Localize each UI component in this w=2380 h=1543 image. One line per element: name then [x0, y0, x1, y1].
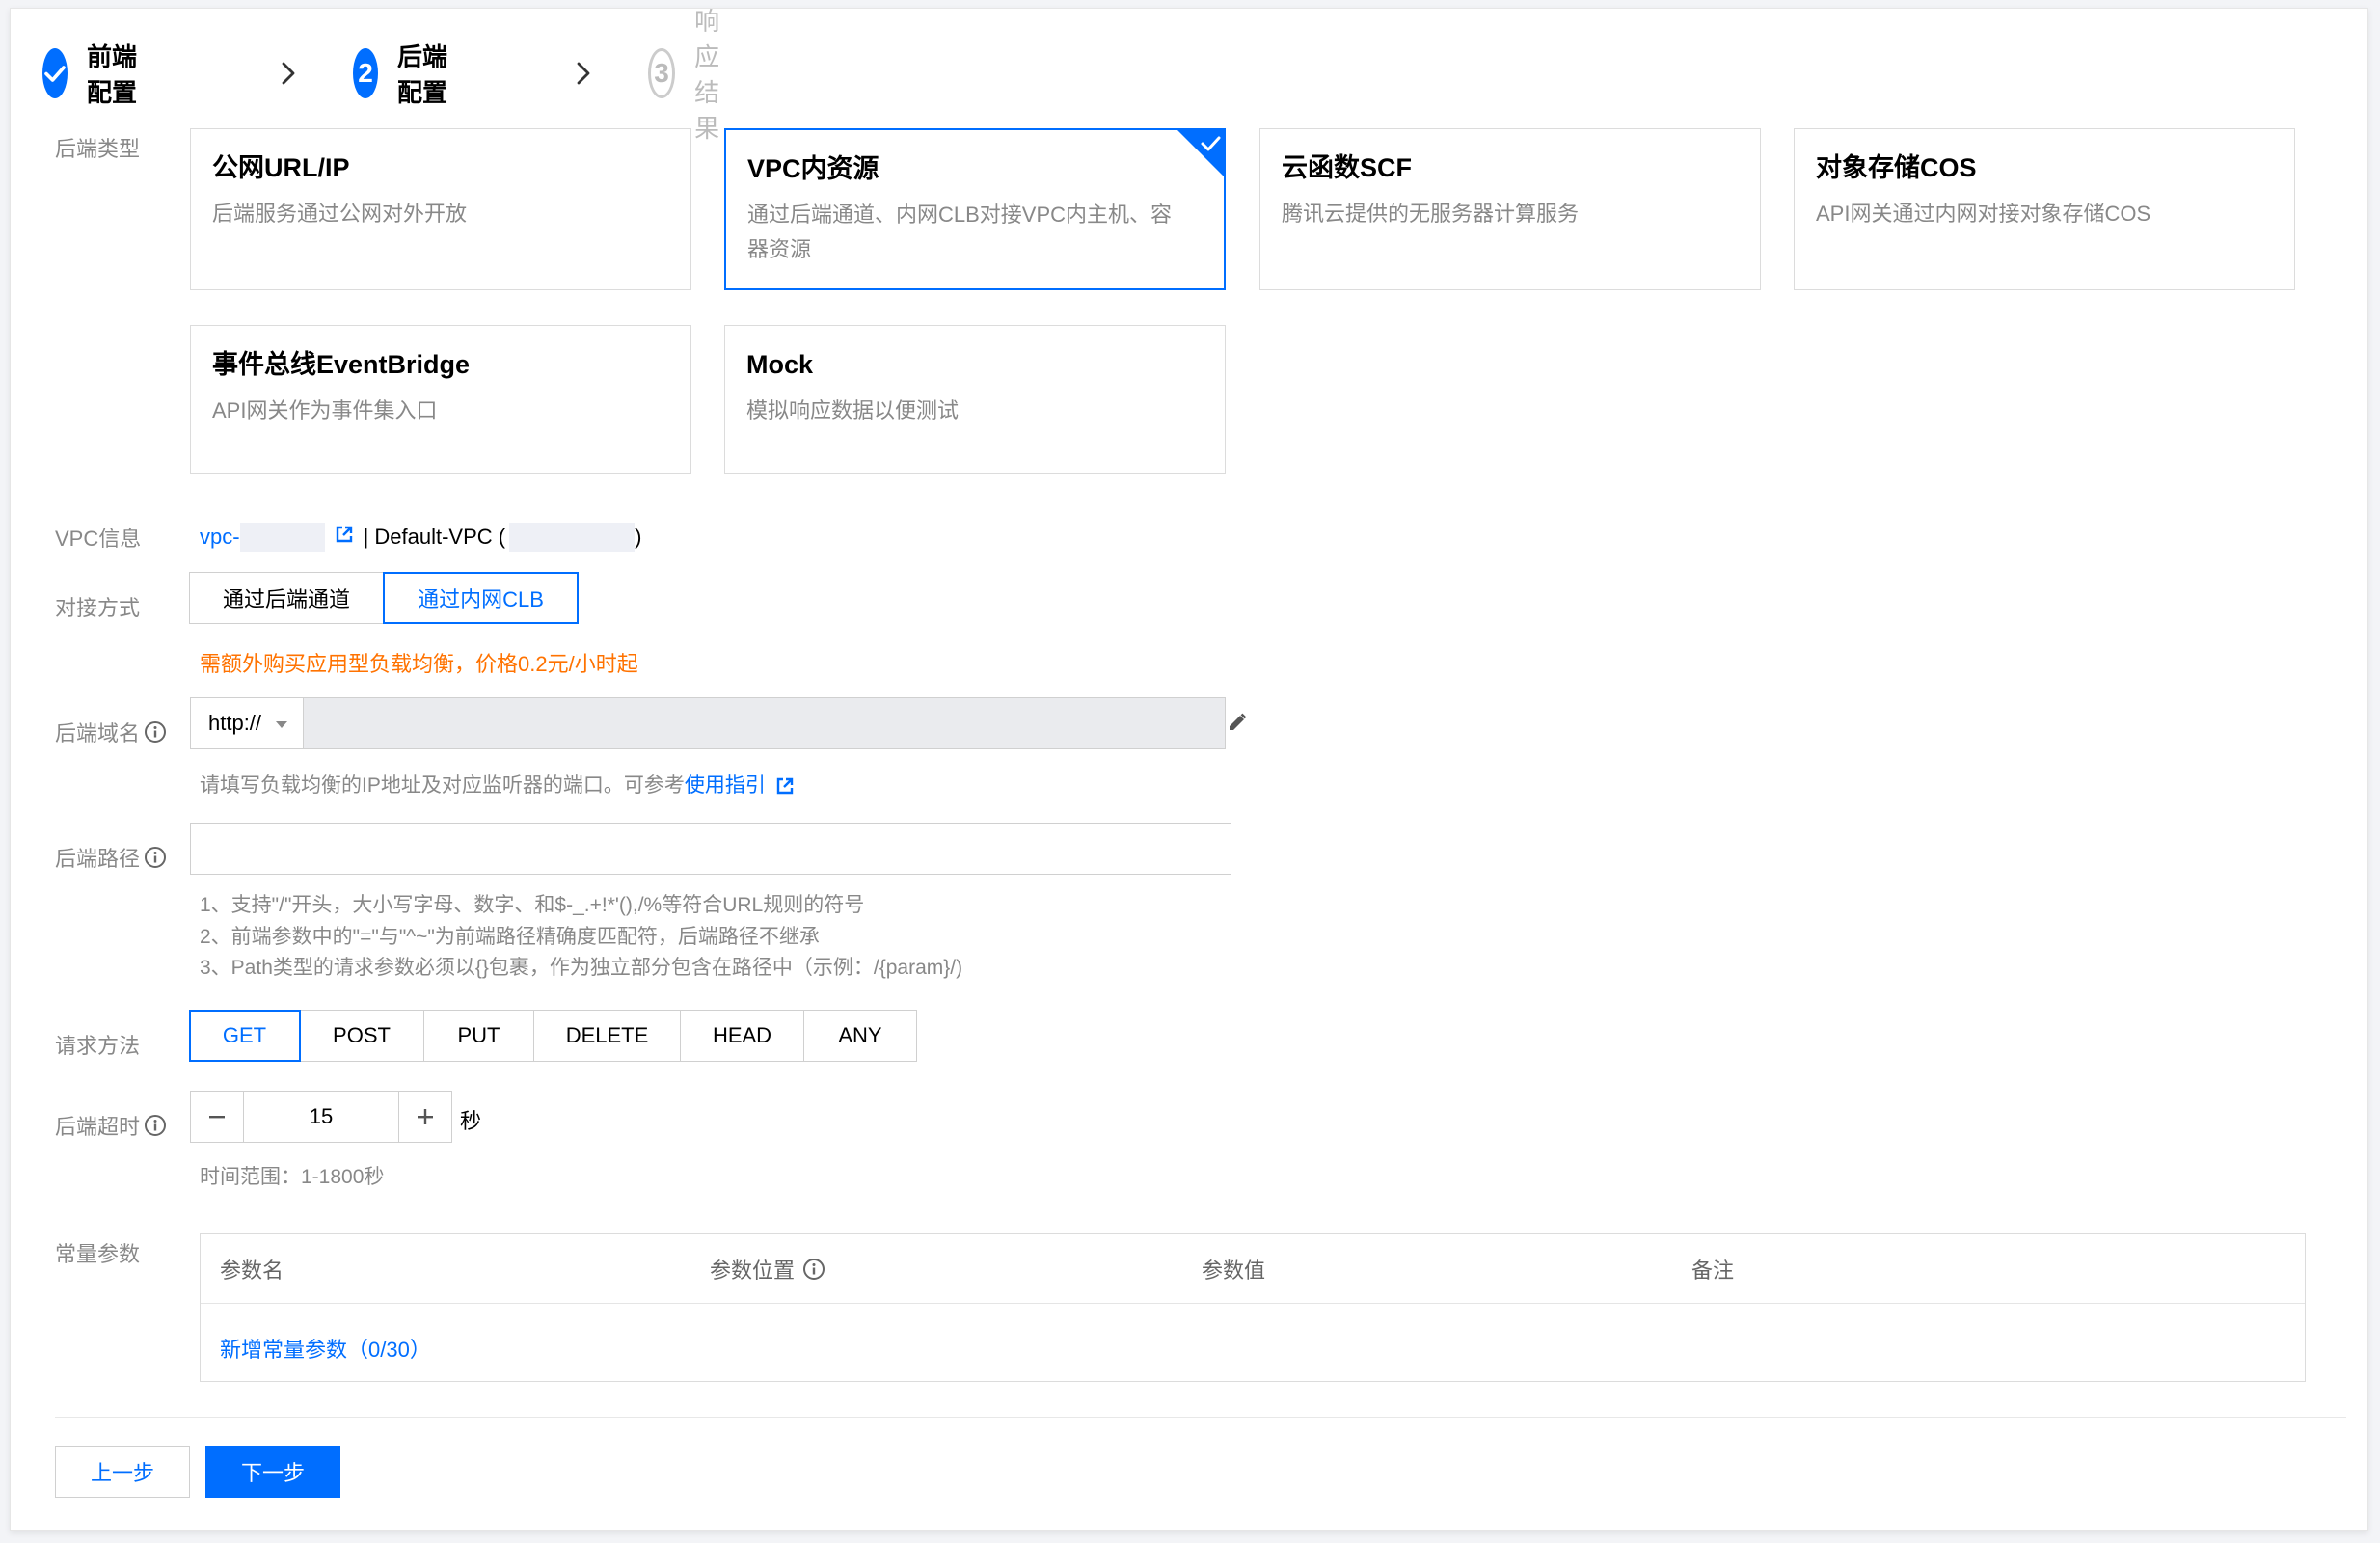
vpc-name: | Default-VPC ( — [363, 525, 506, 549]
step-frontend-config[interactable]: 前端配置 — [42, 42, 137, 107]
backend-domain-input[interactable] — [304, 697, 1226, 749]
redacted-vpc-cidr — [509, 523, 636, 552]
minus-icon — [209, 1116, 225, 1119]
backend-domain-input-group: http:// — [190, 697, 1226, 749]
selected-check-icon — [1176, 128, 1226, 178]
card-desc: 模拟响应数据以便测试 — [746, 398, 960, 423]
vpc-info-label: VPC信息 — [55, 527, 142, 551]
backend-type-card-vpc[interactable]: VPC内资源 通过后端通道、内网CLB对接VPC内主机、容器资源 — [724, 128, 1226, 290]
path-help-line: 3、Path类型的请求参数必须以{}包裹，作为独立部分包含在路径中（示例：/{p… — [200, 957, 963, 980]
card-desc: API网关作为事件集入口 — [212, 398, 438, 423]
backend-type-card-eventbridge[interactable]: 事件总线EventBridge API网关作为事件集入口 — [190, 325, 691, 474]
card-title: VPC内资源 — [747, 154, 879, 183]
backend-path-help: 1、支持"/"开头，大小写字母、数字、和$-_.+!*'(),/%等符合URL规… — [200, 890, 962, 985]
plus-icon — [418, 1109, 433, 1124]
external-link-icon[interactable] — [775, 776, 795, 796]
card-desc: 通过后端通道、内网CLB对接VPC内主机、容器资源 — [747, 203, 1173, 261]
backend-timeout-label-text: 后端超时 — [55, 1115, 141, 1139]
column-header-param-value: 参数值 — [1202, 1259, 1266, 1283]
column-header-remark: 备注 — [1691, 1259, 1735, 1283]
info-icon[interactable] — [144, 720, 167, 744]
column-header-text: 参数位置 — [710, 1259, 796, 1283]
vpc-id-link[interactable]: vpc- — [200, 525, 240, 550]
chevron-right-icon — [279, 44, 298, 102]
footer-divider — [55, 1417, 2346, 1418]
method-put-button[interactable]: PUT — [422, 1010, 535, 1062]
step-label: 前端配置 — [87, 42, 138, 107]
card-title: 公网URL/IP — [212, 153, 350, 182]
connect-via-channel-button[interactable]: 通过后端通道 — [188, 572, 385, 624]
path-help-line: 1、支持"/"开头，大小写字母、数字、和$-_.+!*'(),/%等符合URL规… — [200, 894, 865, 916]
step-label: 后端配置 — [397, 42, 448, 107]
card-desc: API网关通过内网对接对象存储COS — [1816, 202, 2151, 227]
method-post-button[interactable]: POST — [299, 1010, 424, 1062]
add-constant-param-link[interactable]: 新增常量参数（0/30） — [220, 1333, 431, 1364]
step-done-check-icon — [42, 48, 68, 98]
chevron-right-icon — [574, 44, 593, 102]
card-title: 事件总线EventBridge — [212, 350, 471, 379]
backend-type-card-cos[interactable]: 对象存储COS API网关通过内网对接对象存储COS — [1794, 128, 2295, 290]
request-method-selector: GET POST PUT DELETE HEAD ANY — [188, 1010, 917, 1062]
connect-method-selector: 通过后端通道 通过内网CLB — [188, 572, 579, 624]
timeout-input[interactable]: 15 — [244, 1091, 398, 1143]
backend-domain-label-text: 后端域名 — [55, 721, 141, 745]
connect-warning-text: 需额外购买应用型负载均衡，价格0.2元/小时起 — [200, 652, 638, 676]
method-any-button[interactable]: ANY — [803, 1010, 917, 1062]
backend-type-card-mock[interactable]: Mock 模拟响应数据以便测试 — [724, 325, 1226, 474]
usage-guide-link[interactable]: 使用指引 — [685, 771, 766, 802]
info-icon[interactable] — [144, 846, 167, 869]
card-title: 云函数SCF — [1282, 153, 1412, 182]
domain-help-text: 请填写负载均衡的IP地址及对应监听器的端口。可参考 — [200, 774, 685, 797]
protocol-value: http:// — [208, 711, 262, 735]
external-link-icon[interactable] — [335, 525, 354, 550]
edit-pencil-icon[interactable] — [1226, 711, 1249, 739]
connect-method-label: 对接方式 — [55, 596, 141, 620]
constant-params-table: 参数名 参数位置 参数值 备注 新增常量参数（0/30） — [200, 1233, 2306, 1382]
info-icon[interactable] — [802, 1258, 825, 1281]
card-desc: 后端服务通过公网对外开放 — [212, 202, 468, 227]
card-title: Mock — [746, 350, 814, 379]
card-title: 对象存储COS — [1816, 153, 1977, 182]
timeout-unit: 秒 — [460, 1109, 482, 1133]
timeout-range-help: 时间范围：1-1800秒 — [200, 1166, 385, 1188]
table-header: 参数名 参数位置 参数值 备注 — [201, 1234, 2305, 1304]
path-help-line: 2、前端参数中的"="与"^~"为前端路径精确度匹配符，后端路径不继承 — [200, 925, 820, 948]
column-header-param-position: 参数位置 — [710, 1234, 825, 1304]
backend-domain-label: 后端域名 — [55, 717, 167, 747]
backend-path-label-text: 后端路径 — [55, 847, 141, 871]
connect-via-clb-button[interactable]: 通过内网CLB — [383, 572, 579, 624]
backend-path-input[interactable] — [190, 823, 1231, 875]
info-icon[interactable] — [144, 1114, 167, 1137]
request-method-label: 请求方法 — [55, 1034, 141, 1058]
redacted-vpc-id — [239, 523, 325, 552]
step-label: 响应结果 — [694, 7, 720, 143]
vpc-info-value: vpc- | Default-VPC ( ) — [200, 522, 641, 553]
step-response-result[interactable]: 3 响应结果 — [648, 7, 743, 143]
constant-params-label: 常量参数 — [55, 1242, 141, 1266]
backend-domain-help: 请填写负载均衡的IP地址及对应监听器的端口。可参考 使用指引 — [200, 771, 795, 802]
backend-type-label: 后端类型 — [55, 137, 141, 161]
method-head-button[interactable]: HEAD — [679, 1010, 805, 1062]
vpc-close-paren: ) — [635, 525, 642, 549]
backend-config-panel: 前端配置 2 后端配置 3 响应结果 后端类型 公网URL/IP 后端服务通过公… — [10, 7, 2368, 1531]
step-backend-config[interactable]: 2 后端配置 — [353, 42, 447, 107]
method-delete-button[interactable]: DELETE — [533, 1010, 681, 1062]
timeout-stepper: 15 — [190, 1091, 452, 1143]
backend-path-label: 后端路径 — [55, 842, 167, 873]
method-get-button[interactable]: GET — [188, 1010, 301, 1062]
decrement-button[interactable] — [190, 1091, 244, 1143]
backend-type-card-scf[interactable]: 云函数SCF 腾讯云提供的无服务器计算服务 — [1259, 128, 1761, 290]
prev-step-button[interactable]: 上一步 — [55, 1446, 190, 1498]
backend-type-card-public-url[interactable]: 公网URL/IP 后端服务通过公网对外开放 — [190, 128, 691, 290]
increment-button[interactable] — [398, 1091, 452, 1143]
caret-down-icon — [275, 711, 288, 736]
next-step-button[interactable]: 下一步 — [205, 1446, 340, 1498]
protocol-select[interactable]: http:// — [190, 697, 304, 749]
column-header-param-name: 参数名 — [220, 1259, 284, 1283]
step-number: 3 — [648, 48, 676, 98]
backend-timeout-label: 后端超时 — [55, 1110, 167, 1141]
card-desc: 腾讯云提供的无服务器计算服务 — [1282, 202, 1580, 227]
step-number: 2 — [353, 48, 378, 98]
